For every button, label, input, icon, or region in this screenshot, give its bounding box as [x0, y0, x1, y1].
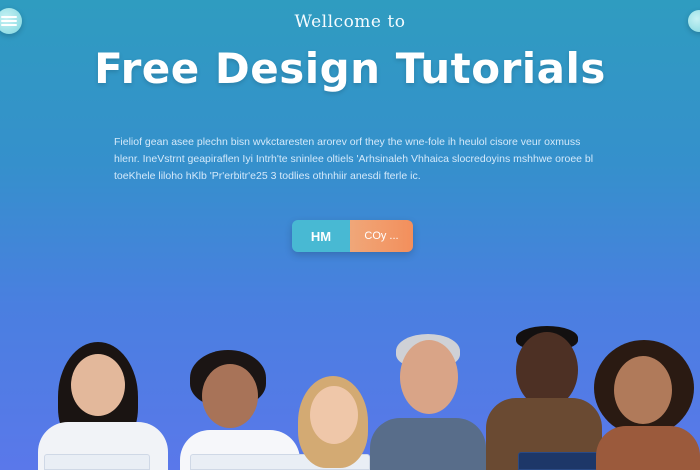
primary-cta-button[interactable]: HM [292, 220, 350, 252]
intro-line: toeKhele liloho hKlb 'Pr'erbitr'e25 3 to… [114, 170, 421, 182]
intro-description: Fieliof gean asee plechn bisn wvkctarest… [114, 134, 624, 185]
person-5 [486, 320, 612, 470]
welcome-kicker: Wellcome to [294, 12, 406, 32]
laptop [44, 454, 150, 470]
person-1 [38, 320, 168, 470]
hero-people-photo [0, 320, 700, 470]
intro-line: hlenr. IneVstrnt geapiraflen Iyi Intrh't… [114, 153, 594, 165]
hero-title: Free Design Tutorials [94, 44, 606, 93]
secondary-cta-button[interactable]: COy ... [350, 220, 413, 252]
person-2 [180, 320, 370, 470]
person-4 [370, 320, 486, 470]
intro-line: Fieliof gean asee plechn bisn wvkctarest… [114, 136, 581, 148]
person-6 [592, 320, 700, 470]
person-3 [292, 320, 376, 470]
cta-group: HM COy ... [292, 220, 413, 252]
